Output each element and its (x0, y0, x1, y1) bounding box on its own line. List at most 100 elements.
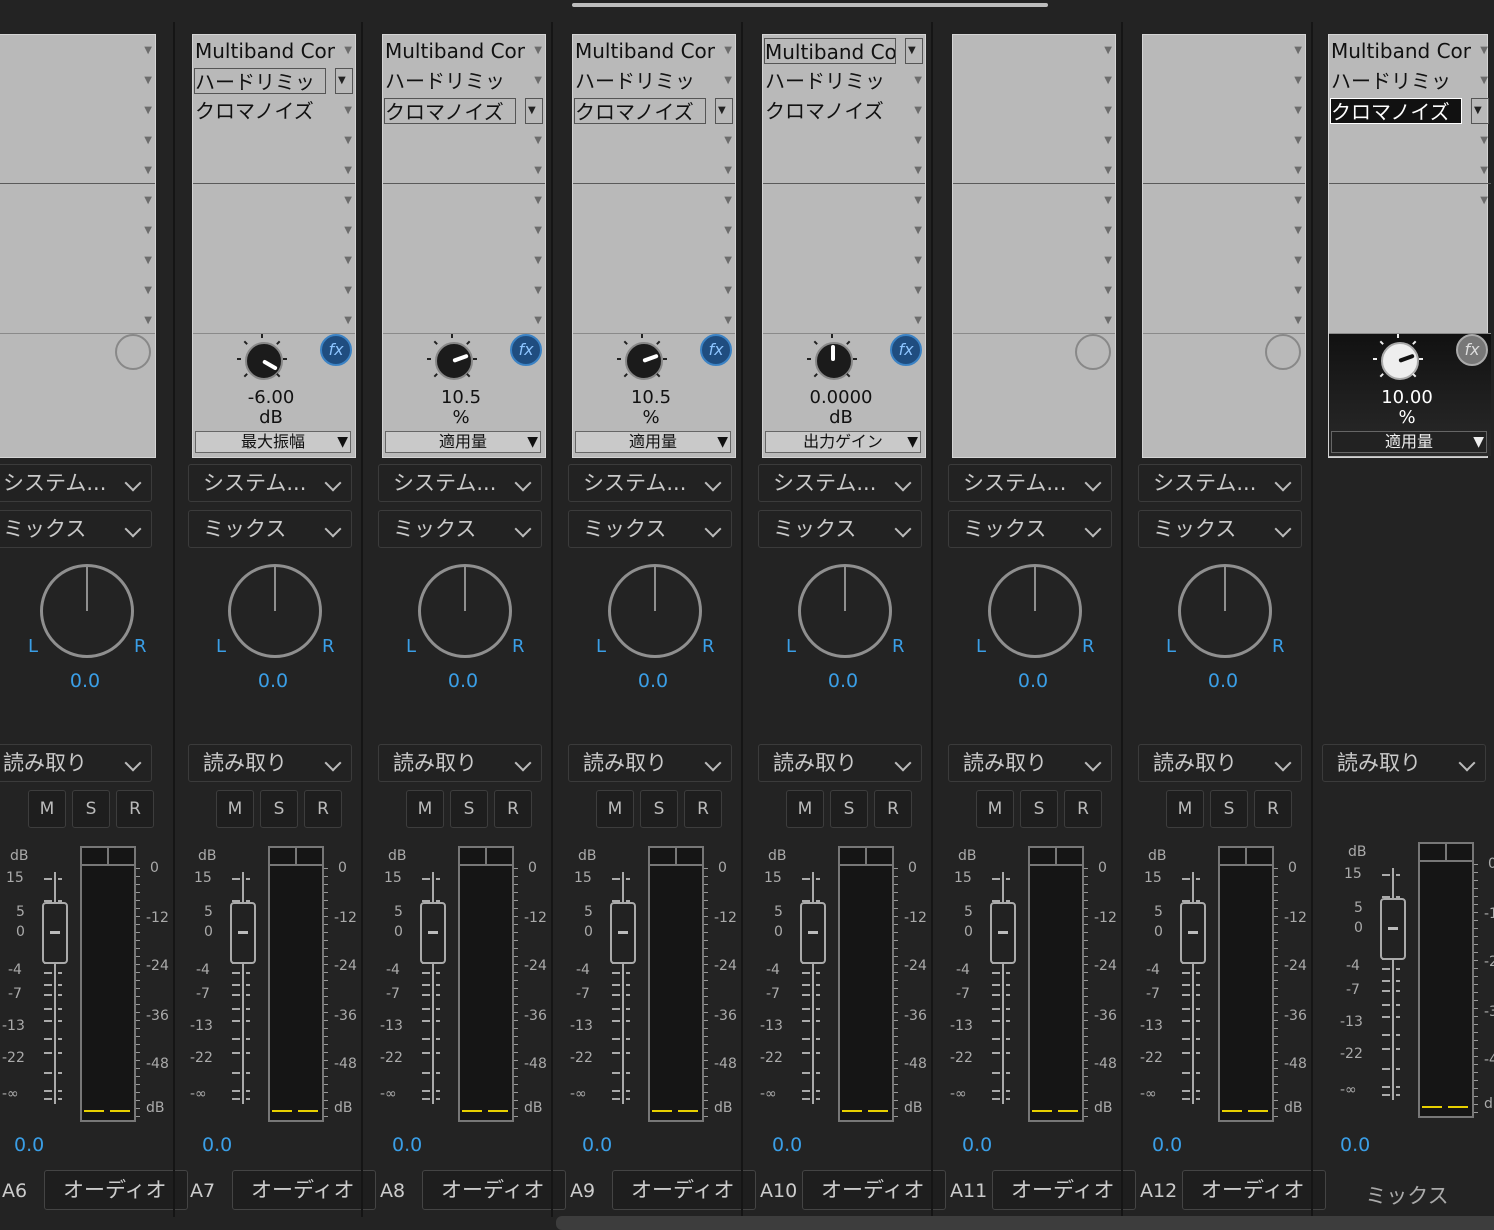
slot-menu-icon[interactable]: ▼ (914, 105, 922, 116)
record-button[interactable]: R (304, 790, 342, 828)
slot-menu-icon[interactable]: ▼ (1480, 165, 1488, 176)
effect-slot[interactable]: ▼ (1143, 97, 1305, 127)
slot-menu-icon[interactable]: ▼ (144, 135, 152, 146)
solo-button[interactable]: S (1020, 790, 1058, 828)
slot-menu-icon[interactable]: ▼ (1480, 45, 1488, 56)
slot-menu-icon[interactable]: ▼ (344, 225, 352, 236)
slot-menu-icon[interactable]: ▼ (1480, 135, 1488, 146)
slot-menu-icon[interactable]: ▼ (534, 165, 542, 176)
mute-button[interactable]: M (976, 790, 1014, 828)
pan-value[interactable]: 0.0 (1000, 670, 1066, 692)
effect-slot[interactable]: ▼ (0, 67, 155, 97)
solo-button[interactable]: S (1210, 790, 1248, 828)
solo-button[interactable]: S (830, 790, 868, 828)
slot-menu-icon[interactable]: ▼ (1480, 75, 1488, 86)
effect-slot[interactable]: ▼ (763, 127, 925, 157)
effect-slot[interactable]: Multiband Con ▼ (383, 37, 545, 67)
slot-menu-icon[interactable]: ▼ (534, 285, 542, 296)
output-routing-dropdown[interactable]: システム... (758, 464, 922, 502)
track-name-field[interactable]: オーディオ (44, 1170, 188, 1210)
slot-menu-icon[interactable]: ▼ (144, 75, 152, 86)
effect-slot[interactable]: ▼ (0, 277, 155, 307)
pan-value[interactable]: 0.0 (620, 670, 686, 692)
volume-fader-handle[interactable] (610, 902, 636, 964)
slot-menu-icon[interactable]: ▼ (1294, 105, 1302, 116)
parameter-select[interactable]: 出力ゲイン (765, 431, 921, 453)
slot-menu-icon[interactable]: ▼ (914, 225, 922, 236)
send-dropdown[interactable]: ミックス (568, 510, 732, 548)
parameter-select[interactable]: 適用量 (575, 431, 731, 453)
slot-menu-icon[interactable]: ▼ (1294, 45, 1302, 56)
volume-fader-handle[interactable] (1380, 898, 1406, 960)
pan-knob[interactable] (988, 564, 1082, 658)
pan-knob[interactable] (228, 564, 322, 658)
volume-fader-handle[interactable] (1180, 902, 1206, 964)
effect-slot[interactable]: Multiband Con ▼ (573, 37, 735, 67)
automation-mode-dropdown[interactable]: 読み取り (758, 744, 922, 782)
slot-menu-icon[interactable]: ▼ (534, 195, 542, 206)
pan-knob[interactable] (1178, 564, 1272, 658)
effect-slot[interactable]: ▼ (0, 187, 155, 217)
slot-menu-icon[interactable]: ▼ (144, 45, 152, 56)
track-name-field[interactable]: オーディオ (232, 1170, 376, 1210)
volume-value[interactable]: 0.0 (962, 1134, 992, 1156)
slot-menu-icon[interactable]: ▼ (914, 135, 922, 146)
effect-slot[interactable]: ▼ (1143, 37, 1305, 67)
slot-menu-icon[interactable]: ▼ (1104, 105, 1112, 116)
effect-slot[interactable]: ▼ (573, 187, 735, 217)
effect-slot[interactable]: ▼ (573, 127, 735, 157)
pan-value[interactable]: 0.0 (1190, 670, 1256, 692)
send-dropdown[interactable]: ミックス (378, 510, 542, 548)
effect-slot[interactable]: ハードリミッ ▼ (573, 67, 735, 97)
fx-bypass-icon[interactable] (115, 334, 151, 370)
volume-value[interactable]: 0.0 (582, 1134, 612, 1156)
slot-menu-icon[interactable]: ▼ (344, 135, 352, 146)
effect-slot[interactable]: クロマノイズ ▼ (763, 97, 925, 127)
automation-mode-dropdown[interactable]: 読み取り (188, 744, 352, 782)
output-routing-dropdown[interactable]: システム... (568, 464, 732, 502)
slot-menu-icon[interactable]: ▼ (724, 255, 732, 266)
effect-slot[interactable]: ▼ (383, 277, 545, 307)
record-button[interactable]: R (874, 790, 912, 828)
pan-value[interactable]: 0.0 (240, 670, 306, 692)
output-routing-dropdown[interactable]: システム... (0, 464, 152, 502)
automation-mode-dropdown[interactable]: 読み取り (1138, 744, 1302, 782)
effect-slot[interactable]: クロマノイズ (383, 97, 545, 127)
record-button[interactable]: R (1064, 790, 1102, 828)
volume-fader-handle[interactable] (990, 902, 1016, 964)
solo-button[interactable]: S (450, 790, 488, 828)
slot-menu-icon[interactable]: ▼ (724, 225, 732, 236)
slot-menu-icon[interactable]: ▼ (1104, 315, 1112, 326)
slot-menu-icon[interactable]: ▼ (534, 315, 542, 326)
slot-menu-icon[interactable]: ▼ (1294, 225, 1302, 236)
effect-slot[interactable]: ▼ (0, 97, 155, 127)
track-name-field[interactable]: オーディオ (802, 1170, 946, 1210)
slot-menu-icon[interactable]: ▼ (724, 135, 732, 146)
slot-menu-icon[interactable]: ▼ (1294, 165, 1302, 176)
slot-menu-icon[interactable]: ▼ (1104, 255, 1112, 266)
effect-slot[interactable]: ▼ (383, 187, 545, 217)
pan-knob[interactable] (418, 564, 512, 658)
effect-slot[interactable]: Multiband Con ▼ (1329, 37, 1491, 67)
fx-bypass-icon[interactable] (1075, 334, 1111, 370)
slot-menu-icon[interactable]: ▼ (344, 165, 352, 176)
horizontal-scrollbar[interactable] (556, 1216, 1494, 1230)
slot-menu-icon[interactable]: ▼ (1294, 195, 1302, 206)
effect-slot[interactable]: ▼ (1143, 247, 1305, 277)
volume-fader-handle[interactable] (420, 902, 446, 964)
slot-menu-icon[interactable]: ▼ (914, 195, 922, 206)
slot-menu-icon[interactable]: ▼ (534, 135, 542, 146)
slot-menu-icon[interactable]: ▼ (1104, 135, 1112, 146)
effect-slot[interactable]: クロマノイズ (1329, 97, 1491, 127)
effect-slot[interactable]: ▼ (1143, 277, 1305, 307)
mute-button[interactable]: M (28, 790, 66, 828)
effect-slot[interactable]: ハードリミッ ▼ (383, 67, 545, 97)
effect-slot[interactable]: ▼ (193, 217, 355, 247)
slot-menu-icon[interactable]: ▼ (344, 285, 352, 296)
slot-dropdown-icon[interactable] (525, 98, 543, 124)
slot-menu-icon[interactable]: ▼ (144, 285, 152, 296)
effect-slot[interactable]: ▼ (383, 247, 545, 277)
slot-menu-icon[interactable]: ▼ (724, 165, 732, 176)
solo-button[interactable]: S (260, 790, 298, 828)
effect-slot[interactable]: ▼ (573, 217, 735, 247)
